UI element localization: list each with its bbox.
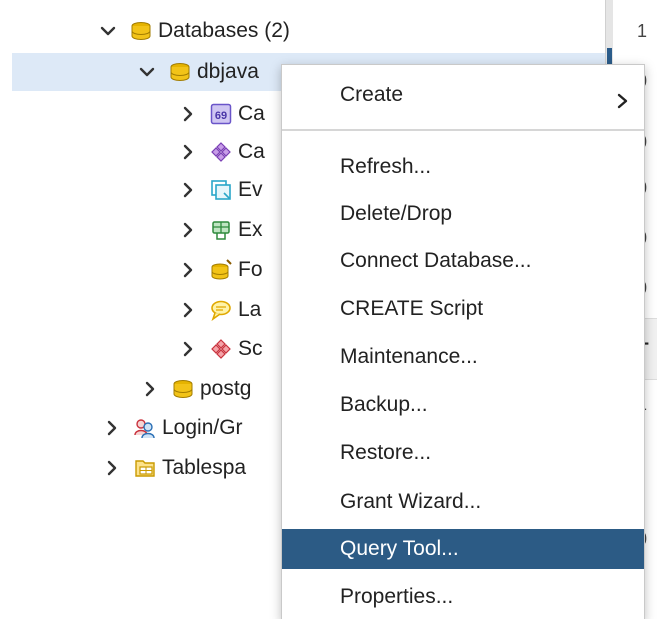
login-roles-icon	[134, 417, 156, 439]
chevron-right-icon[interactable]	[142, 379, 158, 399]
menu-item-restore[interactable]: Restore...	[282, 433, 644, 473]
chevron-right-icon[interactable]	[180, 300, 196, 320]
menu-item-label: Query Tool...	[340, 537, 459, 560]
menu-item-create-script[interactable]: CREATE Script	[282, 289, 644, 329]
menu-item-create[interactable]: Create	[282, 75, 644, 115]
tree-node-catalogs[interactable]: Ca	[180, 133, 265, 171]
menu-item-maintenance[interactable]: Maintenance...	[282, 337, 644, 377]
tree-node-schemas[interactable]: Sc	[180, 330, 263, 368]
chevron-right-icon[interactable]	[180, 180, 196, 200]
svg-text:69: 69	[215, 110, 227, 122]
menu-item-delete-drop[interactable]: Delete/Drop	[282, 194, 644, 234]
menu-item-label: Grant Wizard...	[340, 490, 482, 513]
chevron-right-icon[interactable]	[104, 418, 120, 438]
chevron-right-icon[interactable]	[180, 339, 196, 359]
menu-item-label: Refresh...	[340, 155, 432, 178]
tree-node-event-triggers[interactable]: Ev	[180, 171, 263, 209]
tree-node-label: La	[238, 298, 262, 321]
tree-node-label: Login/Gr	[162, 416, 243, 439]
menu-item-connect-database[interactable]: Connect Database...	[282, 241, 644, 281]
menu-item-refresh[interactable]: Refresh...	[282, 147, 644, 187]
databases-icon	[130, 20, 152, 42]
schemas-icon	[210, 338, 232, 360]
menu-item-label: Delete/Drop	[340, 202, 453, 225]
database-icon	[169, 61, 191, 83]
casts-icon: 69	[210, 103, 232, 125]
tree-node-foreign-data-wrappers[interactable]: Fo	[180, 251, 263, 289]
chevron-right-icon	[616, 85, 630, 109]
tree-node-label: Fo	[238, 258, 263, 281]
menu-item-label: Properties...	[340, 585, 454, 608]
chevron-right-icon[interactable]	[180, 260, 196, 280]
menu-item-properties[interactable]: Properties...	[282, 577, 644, 617]
languages-icon	[210, 299, 232, 321]
tree-node-label: Databases (2)	[158, 19, 290, 42]
menu-item-query-tool[interactable]: Query Tool...	[282, 529, 644, 569]
tablespaces-icon	[134, 457, 156, 479]
chevron-right-icon[interactable]	[180, 220, 196, 240]
tree-node-postgres[interactable]: postg	[142, 370, 251, 408]
menu-item-label: Create	[340, 83, 404, 106]
grid-cell: 1	[637, 21, 648, 41]
tree-node-label: Ev	[238, 178, 263, 201]
tree-node-extensions[interactable]: Ex	[180, 211, 263, 249]
tree-node-label: postg	[200, 377, 252, 400]
chevron-down-icon[interactable]	[100, 21, 116, 41]
extensions-icon	[210, 219, 232, 241]
tree-node-label: Tablespa	[162, 456, 247, 479]
menu-item-label: Maintenance...	[340, 345, 478, 368]
menu-item-grant-wizard[interactable]: Grant Wizard...	[282, 482, 644, 522]
foreign-data-wrappers-icon	[210, 259, 232, 281]
menu-item-label: CREATE Script	[340, 297, 484, 320]
tree-node-label: Ex	[238, 218, 263, 241]
menu-item-label: Backup...	[340, 393, 428, 416]
menu-item-label: Connect Database...	[340, 249, 532, 272]
event-triggers-icon	[210, 179, 232, 201]
chevron-down-icon[interactable]	[139, 62, 155, 82]
tree-node-label: Sc	[238, 337, 263, 360]
chevron-right-icon[interactable]	[180, 142, 196, 162]
menu-item-backup[interactable]: Backup...	[282, 385, 644, 425]
menu-separator	[282, 129, 644, 131]
tree-node-login-group-roles[interactable]: Login/Gr	[104, 409, 243, 447]
chevron-right-icon[interactable]	[104, 458, 120, 478]
tree-node-label: Ca	[238, 102, 265, 125]
tree-node-label: Ca	[238, 140, 265, 163]
tree-node-tablespaces[interactable]: Tablespa	[104, 449, 246, 487]
context-menu: Create Refresh... Delete/Drop Connect Da…	[281, 64, 645, 619]
pgadmin-window: Databases (2) dbjava 69 Ca Ca Ev Ex Fo L…	[0, 0, 657, 619]
database-icon	[172, 378, 194, 400]
menu-item-label: Restore...	[340, 441, 432, 464]
tree-node-languages[interactable]: La	[180, 291, 261, 329]
chevron-right-icon[interactable]	[180, 104, 196, 124]
tree-node-label: dbjava	[197, 60, 259, 83]
catalogs-icon	[210, 141, 232, 163]
tree-node-databases[interactable]: Databases (2)	[100, 12, 290, 50]
tree-node-casts[interactable]: 69 Ca	[180, 95, 265, 133]
